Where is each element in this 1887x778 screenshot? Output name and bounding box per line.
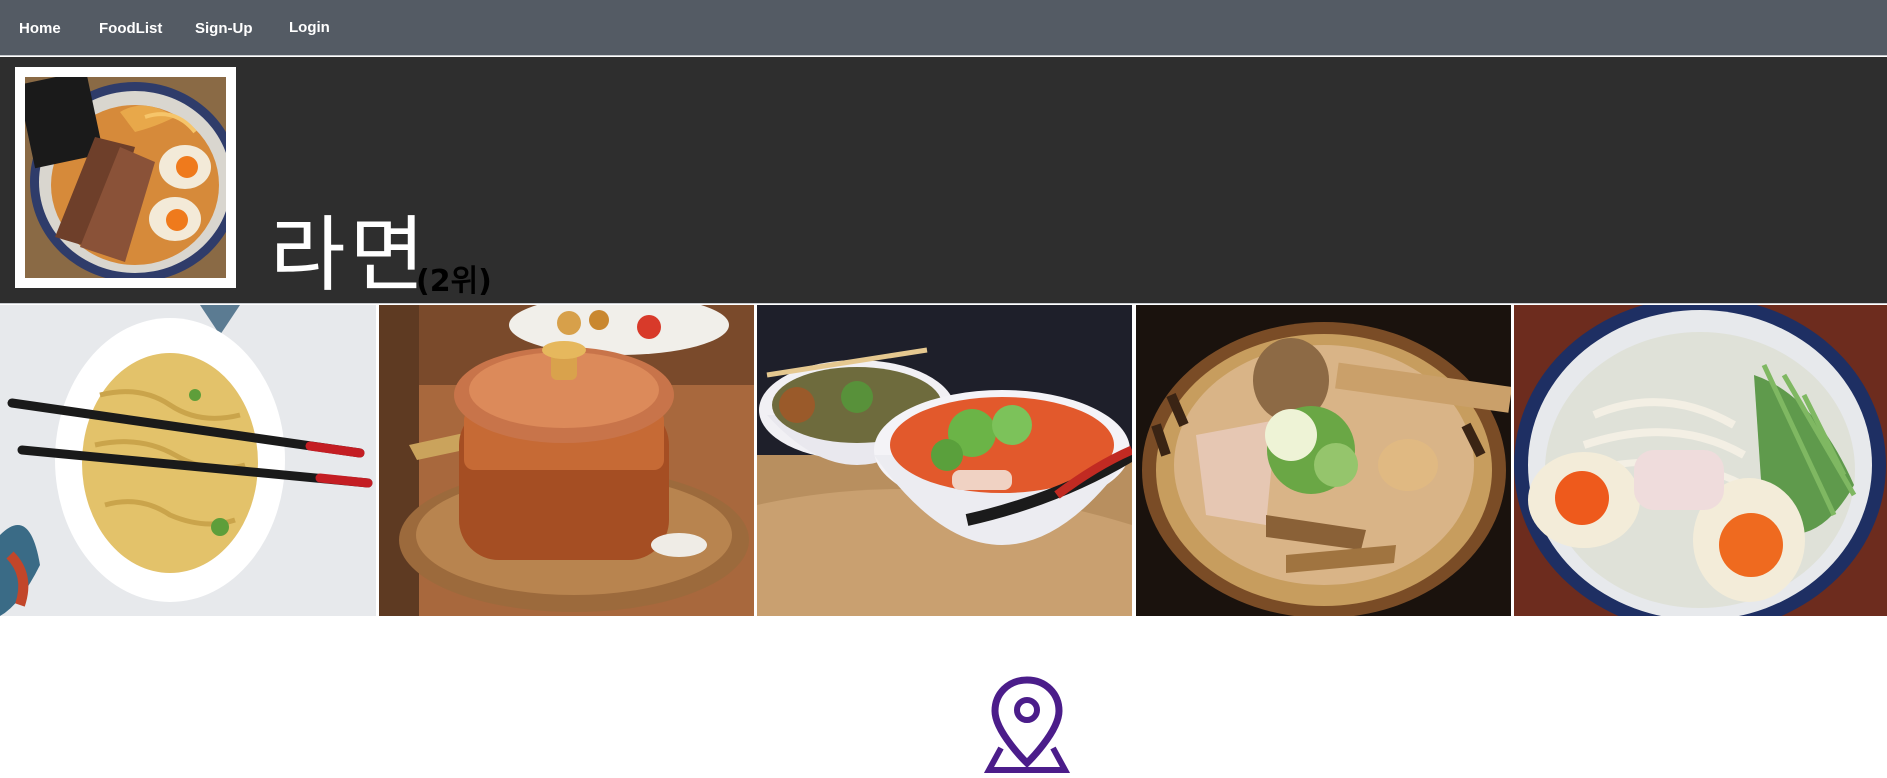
map-pin-icon[interactable] <box>983 675 1071 774</box>
food-header: 라면 (2위) <box>0 57 1887 304</box>
nav-login[interactable]: Login <box>289 19 330 36</box>
location-section <box>983 675 1071 774</box>
noodles-with-chopsticks-image <box>0 305 376 616</box>
nav-sign-up[interactable]: Sign-Up <box>195 20 253 37</box>
gallery-photo-spicy-ramen[interactable] <box>757 305 1132 616</box>
top-navbar: Home FoodList Sign-Up Login <box>0 0 1887 56</box>
photo-gallery <box>0 305 1887 616</box>
ramen-bowl-image <box>25 77 226 278</box>
food-rank: (2위) <box>416 264 492 299</box>
food-title: 라면 <box>270 208 429 303</box>
ramen-thumbnail <box>25 77 226 278</box>
miso-ramen-bowl-image <box>1136 305 1511 616</box>
gallery-photo-noodles[interactable] <box>0 305 376 616</box>
gallery-photo-shio-ramen[interactable] <box>1514 305 1887 616</box>
shio-ramen-with-eggs-image <box>1514 305 1887 616</box>
gallery-photo-pot[interactable] <box>379 305 754 616</box>
nav-home[interactable]: Home <box>19 20 61 37</box>
food-thumbnail-frame <box>15 67 236 288</box>
spicy-ramen-bowls-image <box>757 305 1132 616</box>
gallery-photo-miso-ramen[interactable] <box>1136 305 1511 616</box>
nav-foodlist[interactable]: FoodList <box>99 20 162 37</box>
copper-pot-image <box>379 305 754 616</box>
